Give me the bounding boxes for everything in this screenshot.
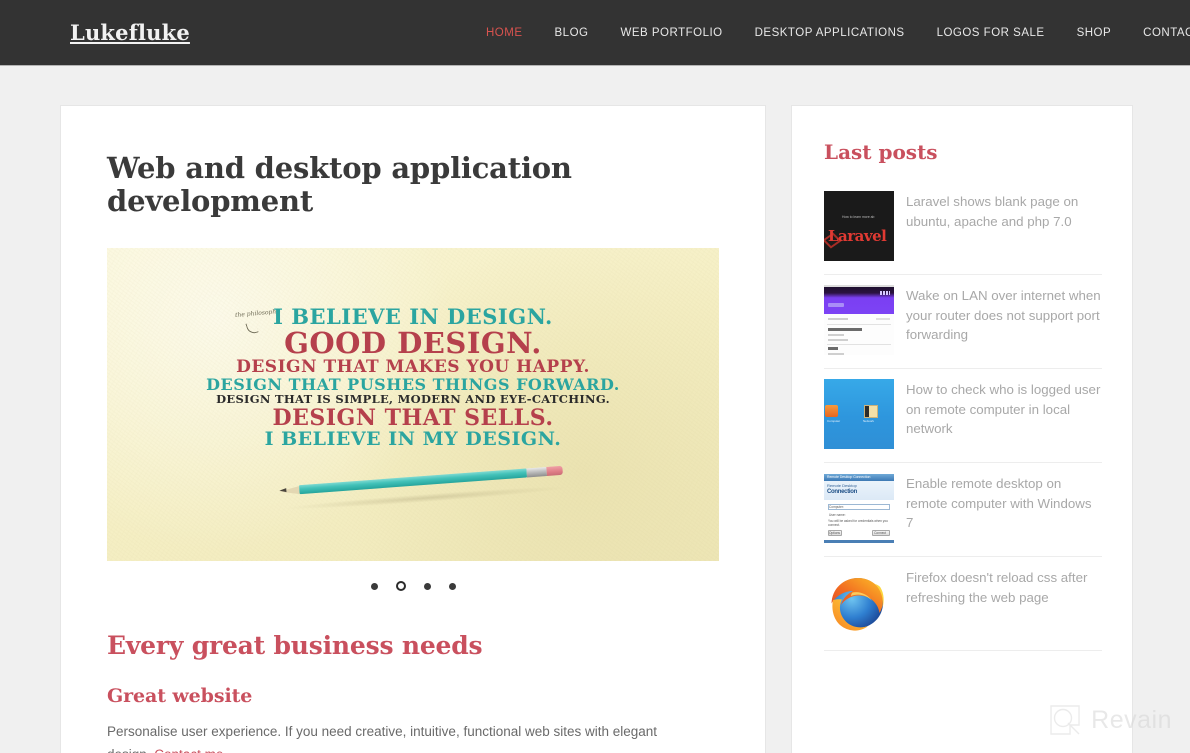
- wake-on-lan-thumbnail-icon: [824, 285, 894, 355]
- site-logo[interactable]: Lukefluke: [70, 20, 190, 45]
- wifi-signal-icon: [880, 291, 890, 295]
- rdp-hint-text: You will be asked for credentials when y…: [828, 519, 888, 528]
- carousel-dot-4[interactable]: [448, 582, 456, 590]
- wol-line: [828, 339, 848, 341]
- rdp-head-big: Connection: [827, 489, 857, 495]
- main-content-card: Web and desktop application development …: [60, 105, 766, 753]
- wol-line: [828, 334, 844, 336]
- wol-line: [828, 328, 862, 331]
- hero-image: the philosophy I BELIEVE IN DESIGN. GOOD…: [107, 247, 719, 561]
- post-title-link[interactable]: Laravel shows blank page on ubuntu, apac…: [906, 191, 1102, 231]
- list-item[interactable]: Remote Desktop Connection Remote Desktop…: [824, 463, 1102, 557]
- desktop-icon-label: Computer: [827, 419, 841, 423]
- pencil-eraser: [546, 465, 563, 476]
- wol-line: [828, 353, 844, 355]
- nav-item-contact[interactable]: CONTACT: [1127, 27, 1190, 39]
- wol-line: [876, 318, 890, 320]
- wol-divider: [827, 324, 891, 325]
- hero-line-6: DESIGN THAT SELLS.: [272, 405, 554, 432]
- nav-item-web-portfolio[interactable]: WEB PORTFOLIO: [604, 27, 738, 39]
- nav-item-shop[interactable]: SHOP: [1061, 27, 1128, 39]
- carousel-dot-1[interactable]: [370, 582, 378, 590]
- page-content: Web and desktop application development …: [0, 65, 1190, 753]
- wol-line: [828, 347, 838, 350]
- desktop-icon-folder: Computer: [825, 405, 840, 423]
- block-heading-great-website: Great website: [107, 685, 253, 708]
- wol-list-body: [824, 314, 894, 355]
- rdp-head-small: Remote Desktop: [827, 483, 857, 488]
- firefox-icon: [831, 578, 884, 631]
- post-title-link[interactable]: Firefox doesn't reload css after refresh…: [906, 567, 1102, 607]
- nav-item-desktop-applications[interactable]: DESKTOP APPLICATIONS: [739, 27, 921, 39]
- firefox-logo-thumbnail-icon: [824, 567, 894, 637]
- contact-me-link[interactable]: Contact me: [154, 747, 223, 753]
- desktop-icon-label: Network: [863, 419, 875, 423]
- remote-desktop-screenshot-thumbnail-icon: Computer Network: [824, 379, 894, 449]
- carousel-dot-2-active[interactable]: [395, 581, 406, 592]
- post-title-link[interactable]: Enable remote desktop on remote computer…: [906, 473, 1102, 533]
- desktop-icon-window: Network: [863, 405, 878, 423]
- list-item[interactable]: Firefox doesn't reload css after refresh…: [824, 557, 1102, 651]
- rdp-connect-label: Connect: [874, 530, 886, 535]
- list-item[interactable]: How to learn more ab Laravel Laravel sho…: [824, 181, 1102, 275]
- page-title: Web and desktop application development: [107, 151, 572, 219]
- carousel-dot-3[interactable]: [423, 582, 431, 590]
- hero-line-4: DESIGN THAT PUSHES THINGS FORWARD.: [206, 374, 620, 394]
- laravel-thumbnail-icon: How to learn more ab Laravel: [824, 191, 894, 261]
- main-navigation: HOME BLOG WEB PORTFOLIO DESKTOP APPLICAT…: [470, 27, 1190, 39]
- hero-line-1: I BELIEVE IN DESIGN.: [273, 303, 553, 329]
- nav-item-blog[interactable]: BLOG: [539, 27, 605, 39]
- post-title-link[interactable]: Wake on LAN over internet when your rout…: [906, 285, 1102, 345]
- hero-line-3: DESIGN THAT MAKES YOU HAPPY.: [236, 356, 590, 377]
- rdp-user-label: User name:: [829, 513, 846, 517]
- hero-line-2: GOOD DESIGN.: [284, 325, 542, 360]
- wol-divider: [827, 344, 891, 345]
- nav-item-home[interactable]: HOME: [470, 27, 539, 39]
- rdp-window-title: Remote Desktop Connection: [824, 474, 894, 481]
- rdp-options-label: Options: [829, 530, 840, 535]
- rdp-dialog-header: Remote Desktop Connection: [824, 481, 894, 500]
- site-header: Lukefluke HOME BLOG WEB PORTFOLIO DESKTO…: [0, 0, 1190, 65]
- hero-line-5: DESIGN THAT IS SIMPLE, MODERN AND EYE-CA…: [216, 391, 610, 406]
- section-title: Every great business needs: [107, 631, 483, 661]
- hero-typography: I BELIEVE IN DESIGN. GOOD DESIGN. DESIGN…: [107, 306, 719, 450]
- block-text-great-website: Personalise user experience. If you need…: [107, 720, 682, 753]
- hero-line-7: I BELIEVE IN MY DESIGN.: [264, 428, 562, 451]
- laravel-thumb-caption: How to learn more ab: [842, 215, 875, 219]
- wol-line: [828, 318, 848, 320]
- rdp-dialog-footer: [824, 540, 894, 543]
- sidebar-title-last-posts: Last posts: [824, 140, 938, 164]
- sidebar-card: Last posts How to learn more ab Laravel …: [791, 105, 1133, 753]
- hero-carousel[interactable]: the philosophy I BELIEVE IN DESIGN. GOOD…: [107, 247, 719, 592]
- laravel-wordmark: Laravel: [828, 227, 887, 245]
- post-title-link[interactable]: How to check who is logged user on remot…: [906, 379, 1102, 439]
- list-item[interactable]: Computer Network How to check who is log…: [824, 369, 1102, 463]
- carousel-dots: [107, 581, 719, 592]
- nav-item-logos-for-sale[interactable]: LOGOS FOR SALE: [921, 27, 1061, 39]
- rdp-field-label: Computer:: [829, 505, 844, 509]
- rdp-dialog-thumbnail-icon: Remote Desktop Connection Remote Desktop…: [824, 473, 894, 543]
- pencil-ferrule: [526, 466, 547, 478]
- pencil-lead: [279, 487, 287, 493]
- list-item[interactable]: Wake on LAN over internet when your rout…: [824, 275, 1102, 369]
- wol-header-pill: [828, 303, 844, 307]
